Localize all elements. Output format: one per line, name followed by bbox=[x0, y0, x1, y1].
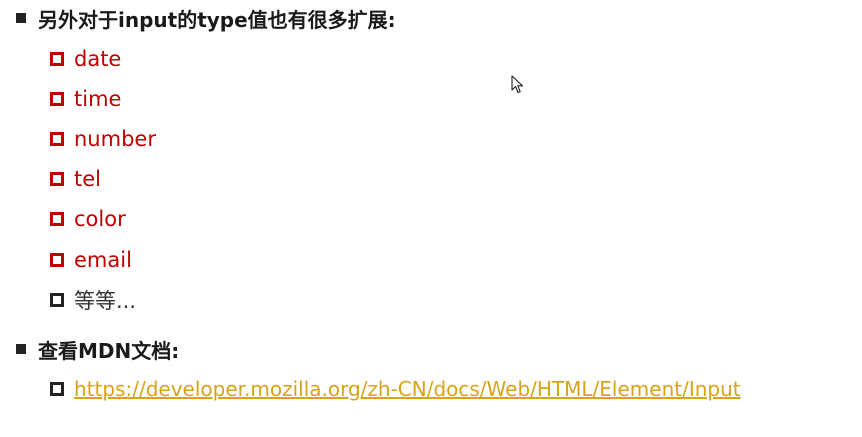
hollow-square-bullet-icon bbox=[50, 52, 64, 66]
hollow-square-bullet-icon bbox=[50, 382, 64, 396]
hollow-square-bullet-icon bbox=[50, 92, 64, 106]
mdn-link[interactable]: https://developer.mozilla.org/zh-CN/docs… bbox=[74, 377, 741, 401]
list-item-mdn-link: https://developer.mozilla.org/zh-CN/docs… bbox=[50, 374, 741, 404]
list-item-tel: tel bbox=[50, 164, 101, 194]
heading-text: 另外对于input的type值也有很多扩展: bbox=[38, 7, 396, 32]
list-item-etc: 等等... bbox=[50, 285, 136, 315]
hollow-square-bullet-icon bbox=[50, 132, 64, 146]
filled-square-bullet-icon bbox=[16, 13, 26, 23]
list-item-label: 等等... bbox=[74, 289, 137, 313]
list-item-label: color bbox=[74, 207, 126, 231]
mouse-pointer-icon bbox=[511, 75, 524, 94]
list-item-label: time bbox=[74, 87, 122, 111]
list-item-label: date bbox=[74, 47, 122, 71]
list-item-email: email bbox=[50, 245, 132, 275]
filled-square-bullet-icon bbox=[16, 344, 26, 354]
hollow-square-bullet-icon bbox=[50, 172, 64, 186]
slide: 另外对于input的type值也有很多扩展: date time number … bbox=[0, 0, 862, 437]
hollow-square-bullet-icon bbox=[50, 253, 64, 267]
list-item-number: number bbox=[50, 124, 156, 154]
section-heading-input-types: 另外对于input的type值也有很多扩展: bbox=[16, 4, 396, 32]
hollow-square-bullet-icon bbox=[50, 212, 64, 226]
list-item-label: tel bbox=[74, 167, 101, 191]
list-item-date: date bbox=[50, 44, 121, 74]
list-item-label: number bbox=[74, 127, 156, 151]
heading-text: 查看MDN文档: bbox=[38, 338, 180, 363]
list-item-label: email bbox=[74, 248, 132, 272]
section-heading-mdn-docs: 查看MDN文档: bbox=[16, 335, 179, 363]
hollow-square-bullet-icon bbox=[50, 293, 64, 307]
list-item-time: time bbox=[50, 84, 121, 114]
list-item-color: color bbox=[50, 204, 126, 234]
